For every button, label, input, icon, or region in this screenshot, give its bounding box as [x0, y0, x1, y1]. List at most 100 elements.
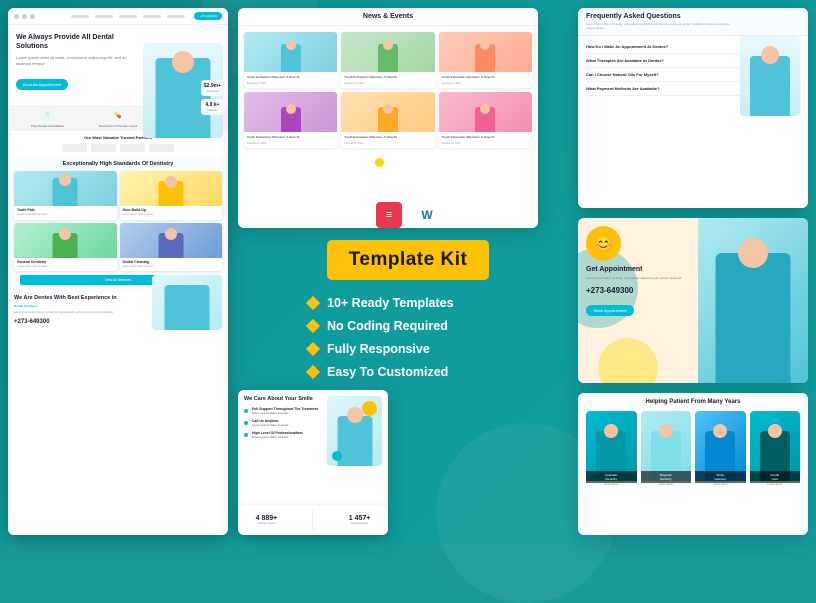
news-card-1: Tooth Extraction Aftercare: A How-To Feb… — [244, 32, 337, 88]
appointment-btn[interactable]: Book Appointment — [586, 305, 634, 316]
nav-item — [143, 15, 161, 18]
consultation-icon: 🦷 — [41, 108, 55, 122]
news-card-date: February 8, 2023 — [341, 142, 434, 148]
nav-item — [167, 15, 185, 18]
smile-item-text: Lorem ipsum dolor sit amet — [252, 435, 382, 439]
stat-revenue: $2.9m+ Revenue — [201, 80, 224, 96]
appointment-text: Lorem ipsum dolor sit amet, consectetur … — [586, 276, 690, 281]
elementor-icon: ≡ — [376, 202, 402, 228]
partner-logo-2 — [91, 144, 116, 152]
stat-label: Revenue — [204, 89, 221, 93]
news-img-pink — [439, 92, 532, 132]
feature-text: 10+ Ready Templates — [327, 296, 454, 310]
news-card-text: Tooth Extraction Aftercare: A How-To — [341, 72, 434, 82]
plugin-icons: ≡ W — [376, 202, 440, 228]
person-head — [172, 51, 194, 73]
news-header: News & Events — [238, 8, 538, 26]
faq-panel: Frequently Asked Questions Lorem ipsum d… — [578, 8, 808, 208]
dot1 — [14, 14, 19, 19]
news-title: News & Events — [246, 13, 530, 20]
news-img-orange — [341, 92, 434, 132]
appointment-title: Get Appointment — [586, 266, 690, 273]
news-card-2: Tooth Extraction Aftercare: A How-To Feb… — [341, 32, 434, 88]
news-card-text: Tooth Extraction Aftercare: A How-To — [341, 132, 434, 142]
card-title: Tooth Pain — [14, 206, 117, 213]
news-card-date: February 8, 2023 — [244, 82, 337, 88]
appointment-phone: +273-649300 — [586, 286, 690, 295]
nav-item — [95, 15, 113, 18]
diamond-icon-1 — [306, 295, 320, 309]
card-text: Lorem ipsum dolor sit amet — [14, 213, 117, 220]
smile-items: Full Support Throughout The Treatment Lo… — [244, 407, 382, 439]
card-text: Lorem ipsum dolor sit amet — [14, 265, 117, 272]
feature-label: Discount For Premium Users — [84, 124, 151, 128]
card-img-yellow — [120, 171, 223, 206]
cards-grid: Tooth Pain Lorem ipsum dolor sit amet Gu… — [14, 171, 222, 271]
stat-satisfied: 4 889+ Satisfied Clients — [256, 515, 278, 525]
service-card-4: DentalCare Lorem ipsum — [750, 411, 801, 511]
helping-title: Helping Patient From Many Years — [586, 399, 800, 405]
smile-item-2: Call Us Anytime Lorem ipsum dolor sit am… — [244, 419, 382, 427]
brand-rest: entex — [390, 163, 463, 194]
card-text: Lorem ipsum dolor sit amet — [120, 265, 223, 272]
service-card-2: MagneticDentistry Lorem ipsum — [641, 411, 692, 511]
feature-item-customized: Easy To Customized — [308, 365, 508, 379]
browser-bar: +273-649300 — [8, 8, 228, 25]
feature-text: No Coding Required — [327, 319, 448, 333]
news-card-text: Tooth Extraction Aftercare: A How-To — [439, 132, 532, 142]
hero-section: We Always Provide All Dental Solutions L… — [8, 25, 228, 105]
card-img-green — [14, 223, 117, 258]
wordpress-icon: W — [414, 202, 440, 228]
partner-logo-4 — [149, 144, 174, 152]
partners-logos — [14, 144, 222, 152]
card-text: Lorem ipsum dolor sit amet — [120, 213, 223, 220]
smile-item-1: Full Support Throughout The Treatment Lo… — [244, 407, 382, 415]
template-kit-badge: Template Kit — [327, 240, 490, 280]
news-card-text: Tooth Extraction Aftercare: A How-To — [244, 72, 337, 82]
dentistry-title: Exceptionally High Standards Of Dentistr… — [14, 161, 222, 168]
dot3 — [30, 14, 35, 19]
feature-item-nocoding: No Coding Required — [308, 319, 508, 333]
news-card-6: Tooth Extraction Aftercare: A How-To Feb… — [439, 92, 532, 148]
card-tooth-pain: Tooth Pain Lorem ipsum dolor sit amet — [14, 171, 117, 220]
feature-text: Fully Responsive — [327, 342, 430, 356]
faq-subtitle: Lorem ipsum dolor sit amet, consectetur … — [586, 22, 738, 30]
news-card-date: February 8, 2023 — [244, 142, 337, 148]
service-card-3: SmileGateway Lorem ipsum — [695, 411, 746, 511]
feature-label: Free Dental Consultation — [14, 124, 81, 128]
brand-dot — [375, 158, 384, 167]
faq-header: Frequently Asked Questions Lorem ipsum d… — [578, 8, 808, 36]
news-card-3: Tooth Extraction Aftercare: A How-To Feb… — [439, 32, 532, 88]
smile-item-text: Lorem ipsum dolor sit amet — [252, 411, 382, 415]
stat-patients: 4.9 k+ Patients — [201, 99, 224, 115]
news-card-4: Tooth Extraction Aftercare: A How-To Feb… — [244, 92, 337, 148]
news-card-date: February 8, 2023 — [439, 142, 532, 148]
service-card-label: CosmeticDentistry — [586, 471, 637, 483]
feature-consultation: 🦷 Free Dental Consultation — [14, 108, 81, 128]
service-card-label: DentalCare — [750, 471, 801, 483]
stat-big-num: 4 889+ — [256, 515, 278, 522]
nav-placeholder — [71, 15, 185, 18]
dentistry-section: Exceptionally High Standards Of Dentistr… — [8, 156, 228, 290]
news-card-date: February 8, 2023 — [341, 82, 434, 88]
appointment-section: 😊 Get Appointment Lorem ipsum dolor sit … — [578, 218, 808, 383]
appointment-panel: 😊 Get Appointment Lorem ipsum dolor sit … — [578, 218, 808, 383]
appointment-content: 😊 Get Appointment Lorem ipsum dolor sit … — [578, 218, 698, 325]
hero-cta-btn[interactable]: Book An Appointment — [16, 79, 68, 90]
partner-logo-1 — [62, 144, 87, 152]
hero-subtitle: Lorem ipsum dolor sit amet, consectetur … — [16, 55, 136, 67]
smile-section: We Care About Your Smile Full Support Th… — [238, 390, 388, 449]
nav-item — [71, 15, 89, 18]
news-img-peach — [439, 32, 532, 72]
service-card-label: MagneticDentistry — [641, 471, 692, 483]
card-img-blue2 — [120, 223, 223, 258]
doctor-head — [738, 238, 768, 268]
center-section: D entex ≡ W Template Kit 10+ Ready Templ… — [308, 156, 508, 388]
smile-item-3: High Level Of Professionalism Lorem ipsu… — [244, 431, 382, 439]
partner-logo-3 — [120, 144, 145, 152]
hero-title: We Always Provide All Dental Solutions — [16, 33, 136, 51]
feature-item-ready: 10+ Ready Templates — [308, 296, 508, 310]
stat-divider — [312, 510, 313, 530]
diamond-icon-4 — [306, 364, 320, 378]
header-cta[interactable]: +273-649300 — [194, 12, 222, 20]
